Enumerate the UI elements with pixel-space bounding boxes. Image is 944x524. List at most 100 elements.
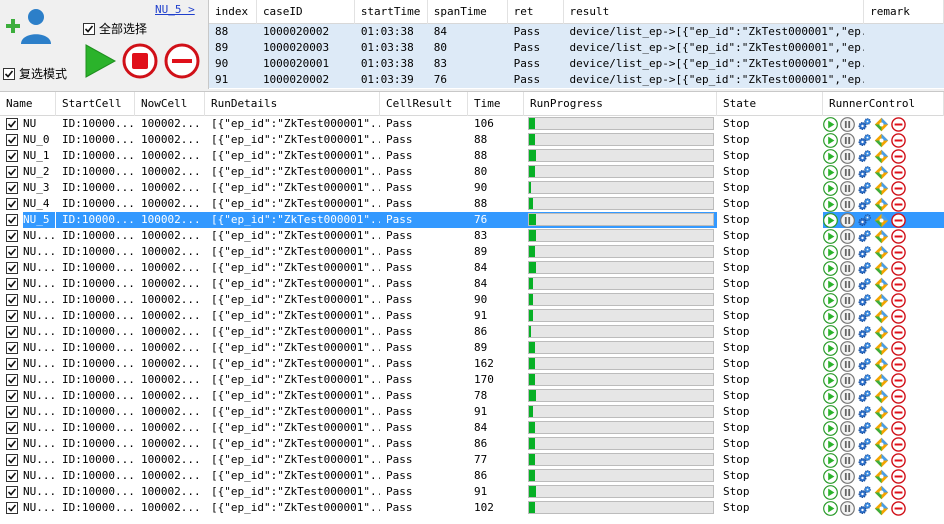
remove-icon[interactable] [891, 324, 906, 340]
log-row[interactable]: 89 1000020003 01:03:38 80 Pass device/list_ep… [209, 40, 944, 56]
row-checkbox[interactable] [6, 486, 18, 498]
web-globe-icon[interactable] [874, 149, 889, 164]
play-icon[interactable] [823, 228, 838, 244]
settings-gears-icon[interactable] [857, 341, 872, 356]
row-checkbox[interactable] [6, 198, 18, 210]
remove-icon[interactable] [891, 292, 906, 308]
pause-icon[interactable] [840, 132, 855, 148]
col-cellresult[interactable]: CellResult [380, 92, 468, 116]
settings-gears-icon[interactable] [857, 469, 872, 484]
play-icon[interactable] [823, 340, 838, 356]
pause-icon[interactable] [840, 308, 855, 324]
web-globe-icon[interactable] [874, 389, 889, 404]
settings-gears-icon[interactable] [857, 357, 872, 372]
remove-icon[interactable] [891, 356, 906, 372]
settings-gears-icon[interactable] [857, 325, 872, 340]
web-globe-icon[interactable] [874, 213, 889, 228]
col-startcell[interactable]: StartCell [56, 92, 135, 116]
pause-icon[interactable] [840, 468, 855, 484]
runner-row[interactable]: NU... ID:10000... 100002... [{"ep_id":"ZkTe… [0, 356, 944, 372]
row-checkbox[interactable] [6, 214, 18, 226]
row-checkbox[interactable] [6, 406, 18, 418]
log-row[interactable]: 91 1000020002 01:03:39 76 Pass device/list_ep… [209, 72, 944, 88]
pause-icon[interactable] [840, 436, 855, 452]
settings-gears-icon[interactable] [857, 437, 872, 452]
pause-icon[interactable] [840, 164, 855, 180]
row-checkbox[interactable] [6, 230, 18, 242]
add-user-icon[interactable] [4, 7, 52, 45]
runner-row[interactable]: NU... ID:10000... 100002... [{"ep_id":"ZkTe… [0, 500, 944, 516]
settings-gears-icon[interactable] [857, 229, 872, 244]
remove-icon[interactable] [891, 276, 906, 292]
play-icon[interactable] [823, 372, 838, 388]
settings-gears-icon[interactable] [857, 261, 872, 276]
runner-row[interactable]: NU... ID:10000... 100002... [{"ep_id":"ZkTe… [0, 244, 944, 260]
settings-gears-icon[interactable] [857, 181, 872, 196]
web-globe-icon[interactable] [874, 437, 889, 452]
pause-icon[interactable] [840, 116, 855, 132]
row-checkbox[interactable] [6, 470, 18, 482]
runner-row[interactable]: NU... ID:10000... 100002... [{"ep_id":"ZkTe… [0, 404, 944, 420]
web-globe-icon[interactable] [874, 373, 889, 388]
log-row[interactable]: 88 1000020002 01:03:38 84 Pass device/list_ep… [209, 24, 944, 40]
pause-icon[interactable] [840, 452, 855, 468]
log-col-remark[interactable]: remark [864, 0, 944, 24]
row-checkbox[interactable] [6, 182, 18, 194]
remove-icon[interactable] [891, 116, 906, 132]
runner-row[interactable]: NU... ID:10000... 100002... [{"ep_id":"ZkTe… [0, 468, 944, 484]
runner-row[interactable]: NU... ID:10000... 100002... [{"ep_id":"ZkTe… [0, 228, 944, 244]
play-icon[interactable] [823, 484, 838, 500]
remove-all-button[interactable] [164, 43, 200, 79]
settings-gears-icon[interactable] [857, 245, 872, 260]
runner-row[interactable]: NU... ID:10000... 100002... [{"ep_id":"ZkTe… [0, 484, 944, 500]
pause-icon[interactable] [840, 148, 855, 164]
web-globe-icon[interactable] [874, 197, 889, 212]
settings-gears-icon[interactable] [857, 501, 872, 516]
play-icon[interactable] [823, 324, 838, 340]
play-icon[interactable] [823, 260, 838, 276]
play-icon[interactable] [823, 388, 838, 404]
settings-gears-icon[interactable] [857, 149, 872, 164]
col-name[interactable]: Name [0, 92, 56, 116]
web-globe-icon[interactable] [874, 405, 889, 420]
row-checkbox[interactable] [6, 150, 18, 162]
remove-icon[interactable] [891, 372, 906, 388]
col-runnercontrol[interactable]: RunnerControl [823, 92, 944, 116]
row-checkbox[interactable] [6, 278, 18, 290]
row-checkbox[interactable] [6, 358, 18, 370]
pause-icon[interactable] [840, 292, 855, 308]
row-checkbox[interactable] [6, 246, 18, 258]
settings-gears-icon[interactable] [857, 389, 872, 404]
remove-icon[interactable] [891, 148, 906, 164]
settings-gears-icon[interactable] [857, 277, 872, 292]
pause-icon[interactable] [840, 196, 855, 212]
log-col-starttime[interactable]: startTime [355, 0, 428, 24]
row-checkbox[interactable] [6, 454, 18, 466]
remove-icon[interactable] [891, 196, 906, 212]
remove-icon[interactable] [891, 452, 906, 468]
settings-gears-icon[interactable] [857, 197, 872, 212]
row-checkbox[interactable] [6, 326, 18, 338]
pause-icon[interactable] [840, 212, 855, 228]
remove-icon[interactable] [891, 260, 906, 276]
settings-gears-icon[interactable] [857, 309, 872, 324]
pause-icon[interactable] [840, 276, 855, 292]
play-icon[interactable] [823, 244, 838, 260]
row-checkbox[interactable] [6, 422, 18, 434]
remove-icon[interactable] [891, 340, 906, 356]
col-rundetails[interactable]: RunDetails [205, 92, 380, 116]
log-col-spantime[interactable]: spanTime [428, 0, 508, 24]
runner-row[interactable]: NU... ID:10000... 100002... [{"ep_id":"ZkTe… [0, 276, 944, 292]
col-runprogress[interactable]: RunProgress [524, 92, 717, 116]
play-icon[interactable] [823, 468, 838, 484]
remove-icon[interactable] [891, 468, 906, 484]
pause-icon[interactable] [840, 180, 855, 196]
remove-icon[interactable] [891, 180, 906, 196]
col-state[interactable]: State [717, 92, 823, 116]
row-checkbox[interactable] [6, 294, 18, 306]
pause-icon[interactable] [840, 372, 855, 388]
web-globe-icon[interactable] [874, 325, 889, 340]
web-globe-icon[interactable] [874, 357, 889, 372]
web-globe-icon[interactable] [874, 293, 889, 308]
pause-icon[interactable] [840, 500, 855, 516]
